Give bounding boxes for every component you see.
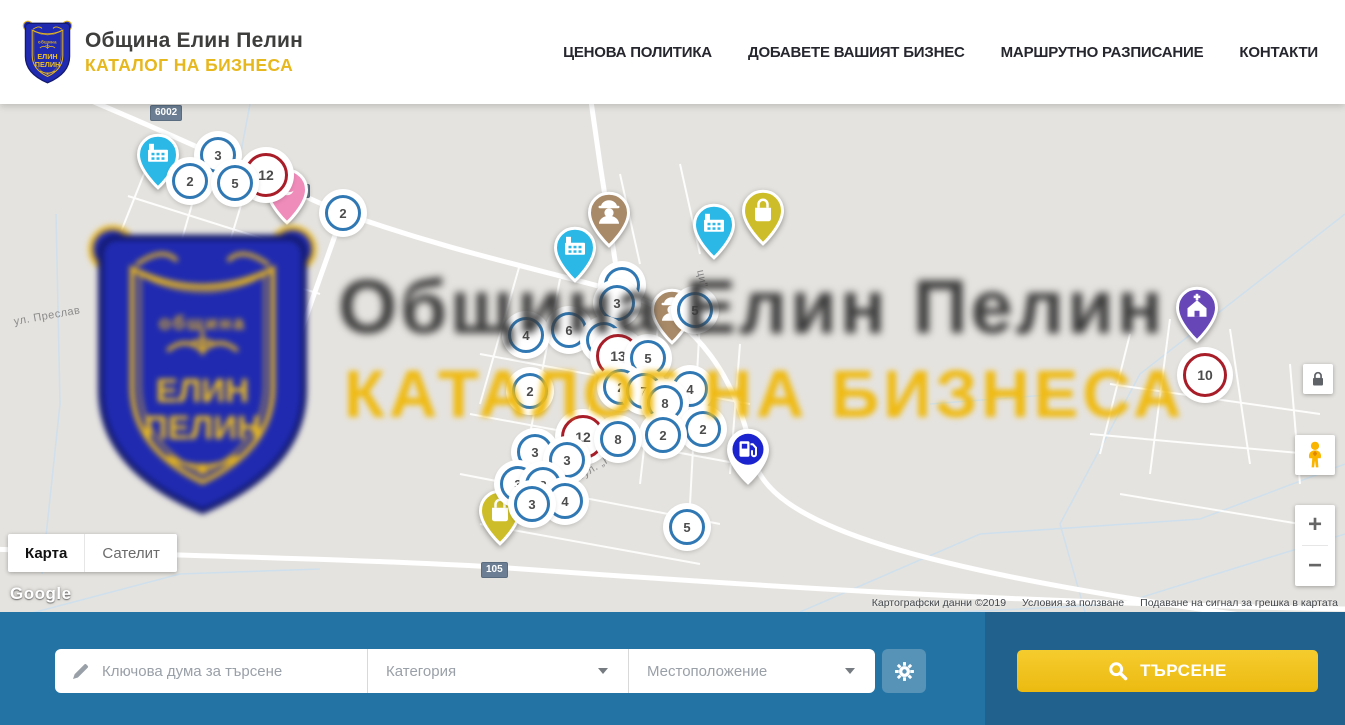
municipality-shield-logo: община ЕЛИН ПЕЛИН [22,19,73,85]
zoom-control: + − [1295,505,1335,586]
cluster-marker[interactable]: 5 [669,509,705,545]
shopping-bag-icon [740,189,786,247]
cluster-marker[interactable]: 3 [517,434,553,470]
nav-contacts[interactable]: КОНТАКТИ [1239,44,1318,61]
svg-text:община: община [38,39,57,44]
church-pin[interactable] [1174,286,1220,349]
keyword-search-input[interactable] [102,663,352,680]
chevron-down-icon [845,668,855,674]
street-view-pegman-button[interactable] [1295,435,1335,475]
search-icon [1108,661,1128,681]
factory-pin[interactable] [691,203,737,266]
watermark-subtitle: КАТАЛОГ НА БИЗНЕСА [344,356,1185,433]
map-type-map-button[interactable]: Карта [8,534,84,572]
map-attribution: Картографски данни ©2019 Условия за полз… [872,597,1338,609]
category-select[interactable]: Категория [367,649,628,693]
nav-pricing-policy[interactable]: ЦЕНОВА ПОЛИТИКА [563,44,712,61]
lock-icon [1308,369,1328,389]
church-icon [1174,286,1220,344]
pegman-icon [1304,440,1326,470]
factory-icon [691,203,737,261]
svg-text:ПЕЛИН: ПЕЛИН [144,410,261,447]
zoom-in-button[interactable]: + [1295,505,1335,545]
map-type-satellite-button[interactable]: Сателит [84,534,177,572]
main-nav: ЦЕНОВА ПОЛИТИКА ДОБАВЕТЕ ВАШИЯТ БИЗНЕС М… [563,0,1318,104]
svg-text:ЕЛИН: ЕЛИН [37,52,57,61]
search-submit-button[interactable]: ТЪРСЕНЕ [1017,650,1318,692]
svg-text:ЕЛИН: ЕЛИН [156,373,249,410]
cluster-marker[interactable]: 2 [325,195,361,231]
gear-icon [893,660,916,683]
category-select-value: Категория [386,663,456,680]
fuel-icon [725,428,771,486]
cluster-marker[interactable]: 4 [547,483,583,519]
lock-button[interactable] [1303,364,1333,394]
site-logo[interactable]: община ЕЛИН ПЕЛИН Община Елин Пелин КАТА… [22,19,303,85]
attribution-terms-link[interactable]: Условия за ползване [1022,597,1124,609]
map-type-control: Карта Сателит [8,534,177,572]
search-section: Категория Местоположение ТЪРСЕНЕ [0,612,1345,725]
attribution-report-link[interactable]: Подаване на сигнал за грешка в картата [1140,597,1338,609]
shopping-bag-pin[interactable] [740,189,786,252]
location-select-value: Местоположение [647,663,767,680]
fuel-pin[interactable] [725,428,771,491]
search-button-label: ТЪРСЕНЕ [1140,661,1227,681]
svg-text:община: община [159,312,246,334]
header: община ЕЛИН ПЕЛИН Община Елин Пелин КАТА… [0,0,1345,104]
location-select[interactable]: Местоположение [628,649,875,693]
attribution-copyright: Картографски данни ©2019 [872,597,1006,609]
cluster-marker[interactable]: 3 [514,486,550,522]
cluster-marker[interactable]: 5 [217,165,253,201]
svg-text:ПЕЛИН: ПЕЛИН [35,60,60,69]
site-subtitle: КАТАЛОГ НА БИЗНЕСА [85,55,303,76]
watermark-shield: община ЕЛИН ПЕЛИН [85,218,320,521]
google-map[interactable]: 6002105ул. Преславци"бул. „Новосел325122… [0,104,1345,612]
watermark-title: Община Елин Пелин [338,264,1166,351]
keyword-segment [55,649,367,693]
nav-route-schedule[interactable]: МАРШРУТНО РАЗПИСАНИЕ [1001,44,1204,61]
site-title: Община Елин Пелин [85,29,303,53]
zoom-out-button[interactable]: − [1295,546,1335,586]
nav-add-business[interactable]: ДОБАВЕТЕ ВАШИЯТ БИЗНЕС [748,44,965,61]
cluster-marker[interactable]: 2 [172,163,208,199]
cluster-marker[interactable]: 10 [1183,353,1227,397]
google-logo[interactable]: Google [10,584,72,604]
chevron-down-icon [598,668,608,674]
advanced-search-button[interactable] [882,649,926,693]
search-input-group: Категория Местоположение [55,649,875,693]
pencil-icon [71,662,90,681]
